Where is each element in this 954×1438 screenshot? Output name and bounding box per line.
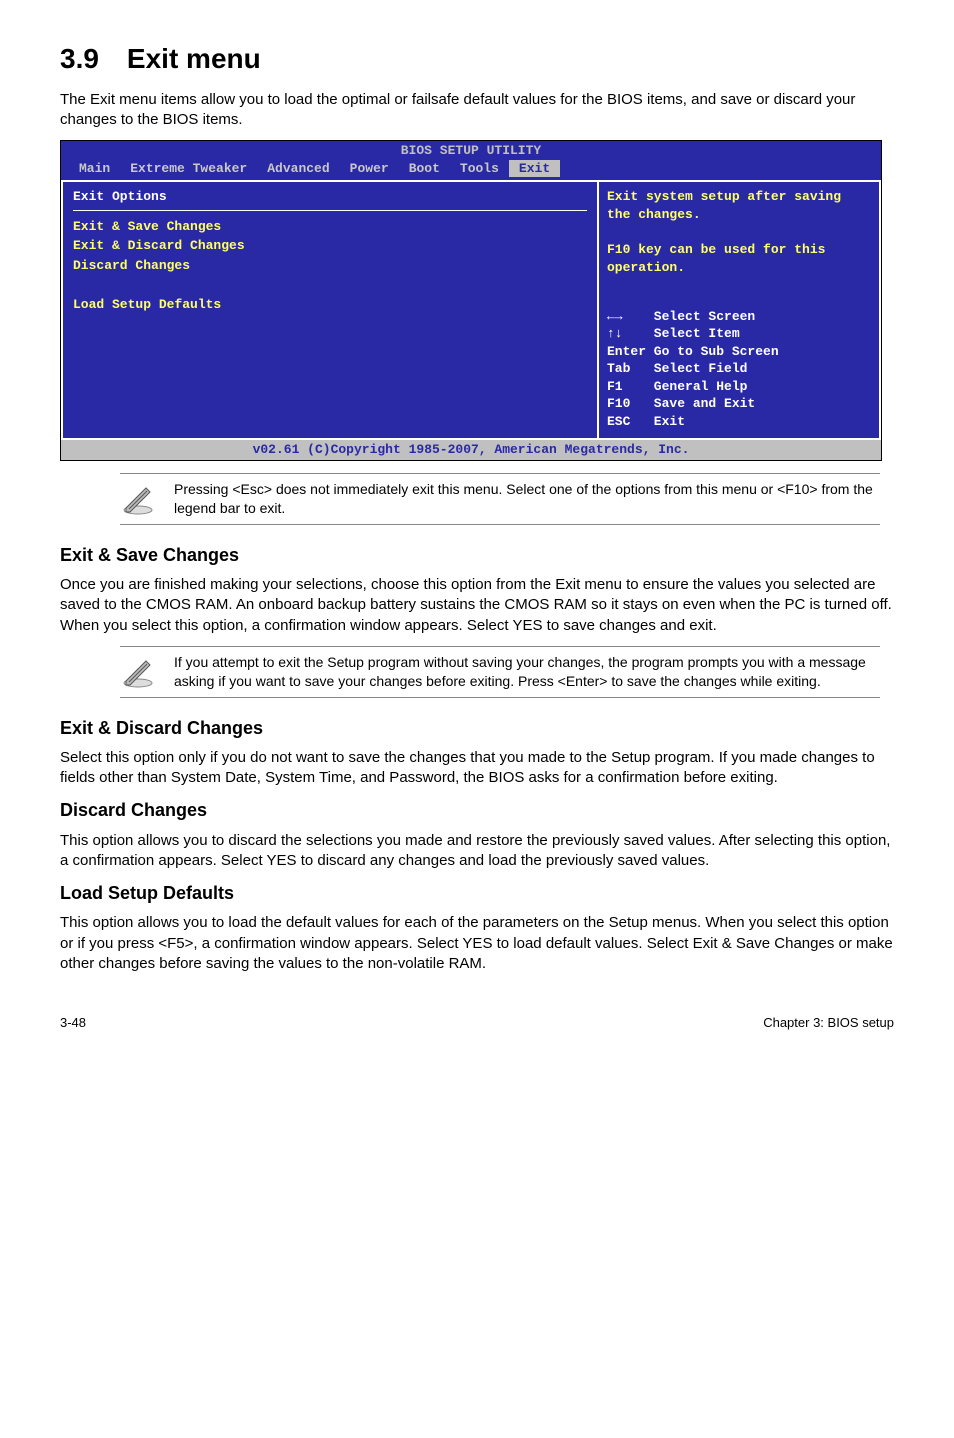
bios-option: Discard Changes [73, 256, 587, 276]
bios-tabs: Main Extreme Tweaker Advanced Power Boot… [61, 160, 881, 181]
bios-tab-advanced: Advanced [257, 160, 339, 178]
section-heading: Exit & Save Changes [60, 543, 894, 567]
bios-right-panel: Exit system setup after saving the chang… [598, 182, 881, 440]
bios-tab-boot: Boot [399, 160, 450, 178]
section-heading: Load Setup Defaults [60, 881, 894, 905]
section-heading: Exit & Discard Changes [60, 716, 894, 740]
bios-tab-exit: Exit [509, 160, 560, 178]
bios-left-panel: Exit Options Exit & Save Changes Exit & … [61, 182, 598, 440]
bios-option-spacer [73, 276, 587, 296]
note-text: Pressing <Esc> does not immediately exit… [174, 480, 880, 518]
bios-option: Load Setup Defaults [73, 295, 587, 315]
chapter-label: Chapter 3: BIOS setup [763, 1014, 894, 1032]
bios-tab-tools: Tools [450, 160, 509, 178]
bios-panel-header: Exit Options [73, 188, 587, 211]
section-body: Once you are finished making your select… [60, 575, 894, 636]
bios-help-text: Exit system setup after saving the chang… [599, 182, 879, 301]
bios-tab-main: Main [69, 160, 120, 178]
bios-title: BIOS SETUP UTILITY [61, 141, 881, 160]
note-box: Pressing <Esc> does not immediately exit… [120, 473, 880, 525]
bios-tab-power: Power [340, 160, 399, 178]
intro-text: The Exit menu items allow you to load th… [60, 90, 894, 131]
bios-option: Exit & Save Changes [73, 217, 587, 237]
note-box: If you attempt to exit the Setup program… [120, 646, 880, 698]
bios-option: Exit & Discard Changes [73, 236, 587, 256]
section-body: Select this option only if you do not wa… [60, 748, 894, 789]
section-heading: Discard Changes [60, 798, 894, 822]
bios-screenshot: BIOS SETUP UTILITY Main Extreme Tweaker … [60, 140, 882, 461]
note-text: If you attempt to exit the Setup program… [174, 653, 880, 691]
pencil-icon [120, 653, 156, 689]
bios-footer: v02.61 (C)Copyright 1985-2007, American … [61, 440, 881, 460]
section-body: This option allows you to load the defau… [60, 913, 894, 974]
bios-tab-extreme: Extreme Tweaker [120, 160, 257, 178]
page-title: 3.9 Exit menu [60, 40, 894, 78]
page-number: 3-48 [60, 1014, 86, 1032]
page-footer: 3-48 Chapter 3: BIOS setup [60, 1014, 894, 1032]
section-body: This option allows you to discard the se… [60, 831, 894, 872]
bios-key-legend: ←→ Select Screen ↑↓ Select Item Enter Go… [599, 302, 879, 439]
pencil-icon [120, 480, 156, 516]
